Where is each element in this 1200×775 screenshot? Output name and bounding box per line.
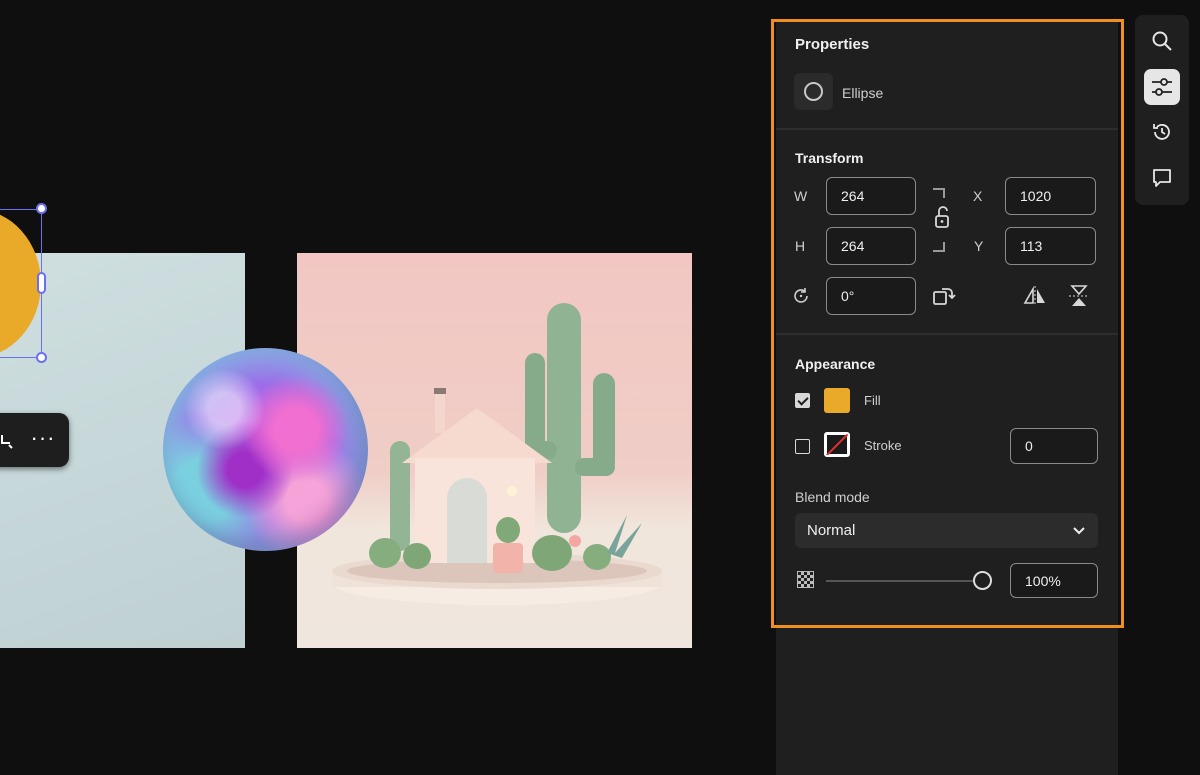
stroke-checkbox[interactable] xyxy=(795,439,810,454)
aspect-lock-icon[interactable] xyxy=(930,186,950,254)
properties-sliders-icon xyxy=(1152,78,1172,96)
comment-icon xyxy=(1153,169,1171,187)
resize-handle-top-right[interactable] xyxy=(36,203,47,214)
shape-type-thumbnail xyxy=(794,73,833,110)
rotate-icon xyxy=(794,288,808,303)
stroke-label: Stroke xyxy=(864,438,902,453)
panel-title: Properties xyxy=(795,36,870,53)
height-label: H xyxy=(795,238,806,254)
blend-mode-label: Blend mode xyxy=(795,489,870,505)
canvas[interactable]: ··· xyxy=(0,0,776,775)
blend-mode-value: Normal xyxy=(807,522,856,539)
x-input[interactable]: 1020 xyxy=(1005,177,1096,215)
height-input[interactable]: 264 xyxy=(826,227,916,265)
contextual-toolbar: ··· xyxy=(0,413,69,467)
history-button[interactable] xyxy=(1144,114,1180,150)
opacity-slider-thumb[interactable] xyxy=(973,571,992,590)
shape-type-label: Ellipse xyxy=(842,85,884,101)
chevron-down-icon xyxy=(1073,526,1085,534)
selection-box xyxy=(0,209,42,358)
canvas-sphere-image[interactable] xyxy=(163,348,368,551)
properties-button[interactable] xyxy=(1144,69,1180,105)
opacity-slider-track[interactable] xyxy=(826,580,976,582)
search-icon xyxy=(1152,31,1172,51)
fill-color-swatch[interactable] xyxy=(824,388,850,413)
stroke-width-input[interactable]: 0 xyxy=(1010,428,1098,464)
resize-handle-bottom-right[interactable] xyxy=(36,352,47,363)
edit-tool-icon[interactable] xyxy=(0,431,14,449)
transform-title: Transform xyxy=(795,150,864,166)
search-button[interactable] xyxy=(1144,23,1180,59)
opacity-checker-icon xyxy=(797,571,814,588)
rotate-90-icon[interactable] xyxy=(932,285,956,307)
flip-horizontal-icon[interactable] xyxy=(1023,285,1047,307)
resize-handle-middle-right[interactable] xyxy=(37,272,46,294)
more-options-button[interactable]: ··· xyxy=(28,427,58,453)
rotation-input[interactable]: 0° xyxy=(826,277,916,315)
y-input[interactable]: 113 xyxy=(1005,227,1096,265)
y-label: Y xyxy=(974,238,984,254)
ellipse-icon xyxy=(804,82,823,101)
history-icon xyxy=(1153,124,1170,140)
width-input[interactable]: 264 xyxy=(826,177,916,215)
fill-label: Fill xyxy=(864,393,881,408)
divider xyxy=(776,333,1118,335)
comments-button[interactable] xyxy=(1144,160,1180,196)
fill-checkbox[interactable] xyxy=(795,393,810,408)
stroke-color-swatch[interactable] xyxy=(824,432,850,457)
x-label: X xyxy=(973,188,983,204)
appearance-title: Appearance xyxy=(795,356,876,372)
right-rail xyxy=(1135,15,1189,205)
blend-mode-select[interactable]: Normal xyxy=(795,513,1098,548)
opacity-input[interactable]: 100% xyxy=(1010,563,1098,598)
flip-vertical-icon[interactable] xyxy=(1068,284,1090,308)
width-label: W xyxy=(794,188,808,204)
divider xyxy=(776,128,1118,130)
